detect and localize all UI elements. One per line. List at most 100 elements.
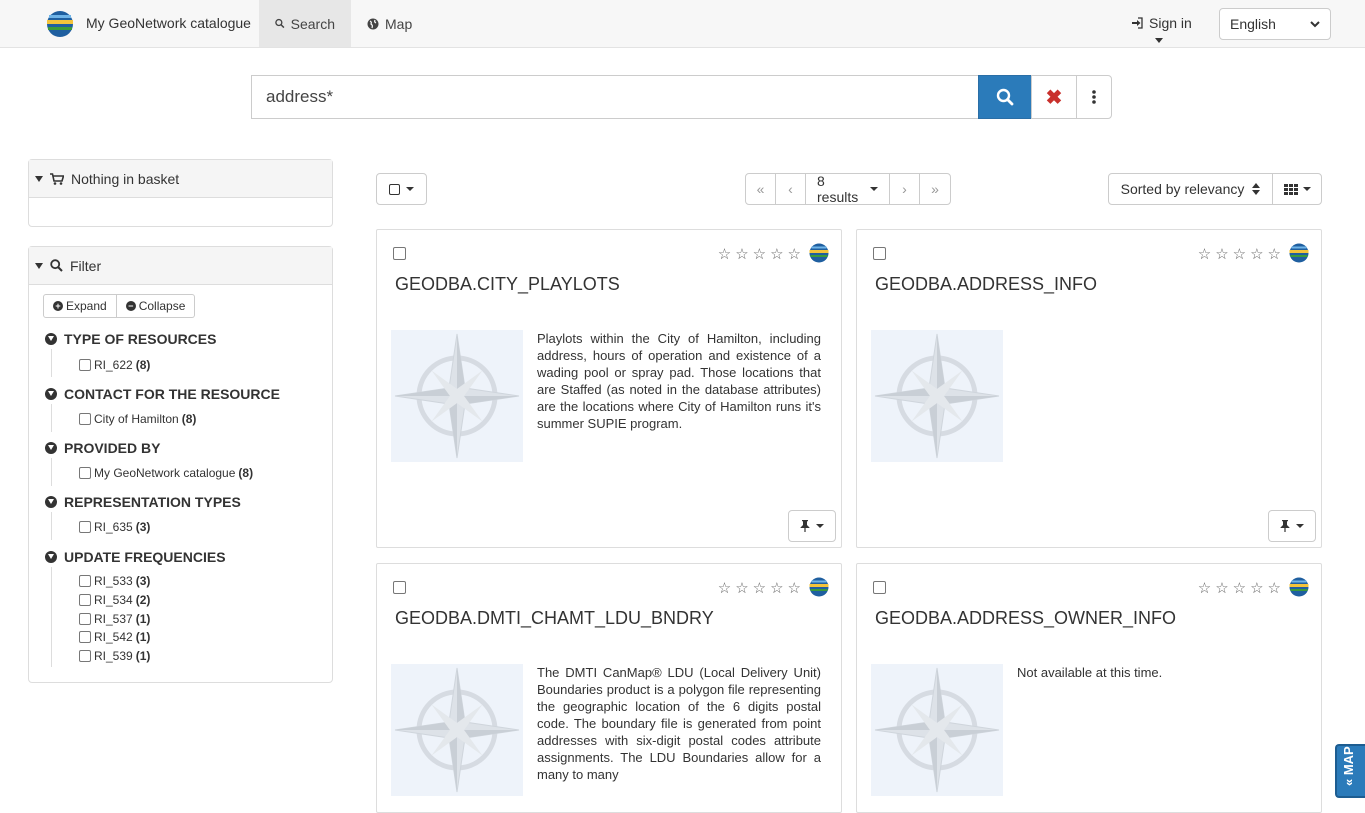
facet-item-count: (3) [135, 574, 151, 588]
rating-stars[interactable]: ☆ ☆ ☆ ☆ ☆ [1198, 579, 1281, 597]
star-icon[interactable]: ☆ [718, 579, 731, 597]
facet-item[interactable]: RI_533 (3) [79, 574, 150, 588]
facet-divider [51, 567, 52, 667]
facet-provided-by[interactable]: PROVIDED BY [45, 440, 160, 456]
star-icon[interactable]: ☆ [753, 245, 766, 263]
result-select-checkbox[interactable] [873, 581, 886, 594]
pin-actions-dropdown[interactable] [1268, 510, 1316, 542]
result-select-checkbox[interactable] [873, 247, 886, 260]
result-thumbnail[interactable] [871, 330, 1003, 462]
facet-item[interactable]: RI_635 (3) [79, 520, 150, 534]
facet-contact-for-resource[interactable]: CONTACT FOR THE RESOURCE [45, 386, 280, 402]
clear-search-button[interactable]: ✖ [1031, 75, 1077, 119]
rating-stars[interactable]: ☆ ☆ ☆ ☆ ☆ [718, 579, 801, 597]
facet-checkbox[interactable] [79, 467, 91, 479]
star-icon[interactable]: ☆ [1233, 579, 1246, 597]
star-icon[interactable]: ☆ [1268, 245, 1281, 263]
first-page-button[interactable]: « [745, 173, 776, 205]
rating-stars[interactable]: ☆ ☆ ☆ ☆ ☆ [1198, 245, 1281, 263]
result-thumbnail[interactable] [871, 664, 1003, 796]
result-card[interactable]: ☆ ☆ ☆ ☆ ☆ GEODBA.CITY_PLAYLOTS Playlots with… [376, 229, 842, 548]
facet-item[interactable]: City of Hamilton (8) [79, 412, 196, 426]
caret-down-icon [1296, 524, 1304, 528]
result-select-checkbox[interactable] [393, 247, 406, 260]
facet-checkbox[interactable] [79, 650, 91, 662]
view-mode-dropdown[interactable] [1272, 173, 1322, 205]
facet-item[interactable]: RI_622 (8) [79, 358, 150, 372]
star-icon[interactable]: ☆ [735, 579, 748, 597]
facet-type-of-resources[interactable]: TYPE OF RESOURCES [45, 331, 216, 347]
star-icon[interactable]: ☆ [1198, 579, 1211, 597]
facet-item[interactable]: RI_537 (1) [79, 612, 150, 626]
facet-update-frequencies[interactable]: UPDATE FREQUENCIES [45, 549, 226, 565]
star-icon[interactable]: ☆ [1215, 579, 1228, 597]
last-page-button[interactable]: » [919, 173, 951, 205]
facet-item[interactable]: RI_539 (1) [79, 649, 150, 663]
search-query: address* [266, 87, 334, 106]
star-icon[interactable]: ☆ [753, 579, 766, 597]
result-title[interactable]: GEODBA.ADDRESS_INFO [875, 274, 1097, 295]
facet-item[interactable]: RI_534 (2) [79, 593, 150, 607]
search-input[interactable]: address* [251, 75, 979, 119]
sign-in-link[interactable]: Sign in [1131, 15, 1192, 31]
facet-checkbox[interactable] [79, 521, 91, 533]
result-select-checkbox[interactable] [393, 581, 406, 594]
facet-checkbox[interactable] [79, 575, 91, 587]
facet-checkbox[interactable] [79, 359, 91, 371]
facet-item[interactable]: My GeoNetwork catalogue (8) [79, 466, 253, 480]
result-card[interactable]: ☆ ☆ ☆ ☆ ☆ GEODBA.DMTI_CHAMT_LDU_BNDRY The DM… [376, 563, 842, 813]
next-page-button[interactable]: › [889, 173, 920, 205]
facet-checkbox[interactable] [79, 413, 91, 425]
result-thumbnail[interactable] [391, 330, 523, 462]
prev-page-button[interactable]: ‹ [775, 173, 806, 205]
facet-checkbox[interactable] [79, 613, 91, 625]
catalogue-logo-icon [1289, 577, 1309, 597]
brand-link[interactable]: My GeoNetwork catalogue [86, 15, 251, 31]
facet-item-count: (2) [135, 593, 151, 607]
select-all-dropdown[interactable] [376, 173, 427, 205]
star-icon[interactable]: ☆ [770, 579, 783, 597]
star-icon[interactable]: ☆ [735, 245, 748, 263]
collapse-caret-icon [35, 175, 43, 182]
result-title[interactable]: GEODBA.CITY_PLAYLOTS [395, 274, 620, 295]
star-icon[interactable]: ☆ [788, 245, 801, 263]
collapse-caret-icon [35, 262, 43, 269]
facet-checkbox[interactable] [79, 631, 91, 643]
pin-actions-dropdown[interactable] [788, 510, 836, 542]
star-icon[interactable]: ☆ [1250, 245, 1263, 263]
result-thumbnail[interactable] [391, 664, 523, 796]
facet-item-label: RI_534 [94, 593, 133, 607]
language-select[interactable]: English [1219, 8, 1331, 40]
star-icon[interactable]: ☆ [788, 579, 801, 597]
result-card[interactable]: ☆ ☆ ☆ ☆ ☆ GEODBA.ADDRESS_INFO [856, 229, 1322, 548]
facet-representation-types[interactable]: REPRESENTATION TYPES [45, 494, 241, 510]
star-icon[interactable]: ☆ [1250, 579, 1263, 597]
filter-title: Filter [70, 257, 102, 274]
facet-title-label: REPRESENTATION TYPES [64, 494, 241, 510]
search-button[interactable] [978, 75, 1032, 119]
star-icon[interactable]: ☆ [770, 245, 783, 263]
star-icon[interactable]: ☆ [718, 245, 731, 263]
collapse-all-button[interactable]: − Collapse [116, 294, 196, 318]
basket-panel-header[interactable]: Nothing in basket [29, 160, 332, 198]
geonetwork-logo-icon[interactable] [46, 10, 74, 38]
sort-dropdown[interactable]: Sorted by relevancy [1108, 173, 1273, 205]
star-icon[interactable]: ☆ [1268, 579, 1281, 597]
rating-stars[interactable]: ☆ ☆ ☆ ☆ ☆ [718, 245, 801, 263]
result-title[interactable]: GEODBA.DMTI_CHAMT_LDU_BNDRY [395, 608, 714, 629]
star-icon[interactable]: ☆ [1215, 245, 1228, 263]
expand-all-button[interactable]: + Expand [43, 294, 117, 318]
star-icon[interactable]: ☆ [1198, 245, 1211, 263]
facet-item[interactable]: RI_542 (1) [79, 630, 150, 644]
search-icon [50, 259, 63, 272]
result-card[interactable]: ☆ ☆ ☆ ☆ ☆ GEODBA.ADDRESS_OWNER_INFO Not avai… [856, 563, 1322, 813]
search-options-button[interactable] [1076, 75, 1112, 119]
star-icon[interactable]: ☆ [1233, 245, 1246, 263]
results-count-dropdown[interactable]: 8 results [805, 173, 890, 205]
result-title[interactable]: GEODBA.ADDRESS_OWNER_INFO [875, 608, 1176, 629]
tab-map[interactable]: Map [351, 0, 428, 47]
filter-panel-header[interactable]: Filter [29, 247, 332, 285]
facet-checkbox[interactable] [79, 594, 91, 606]
tab-search[interactable]: Search [259, 0, 351, 47]
open-map-tab[interactable]: « MAP [1335, 744, 1365, 798]
